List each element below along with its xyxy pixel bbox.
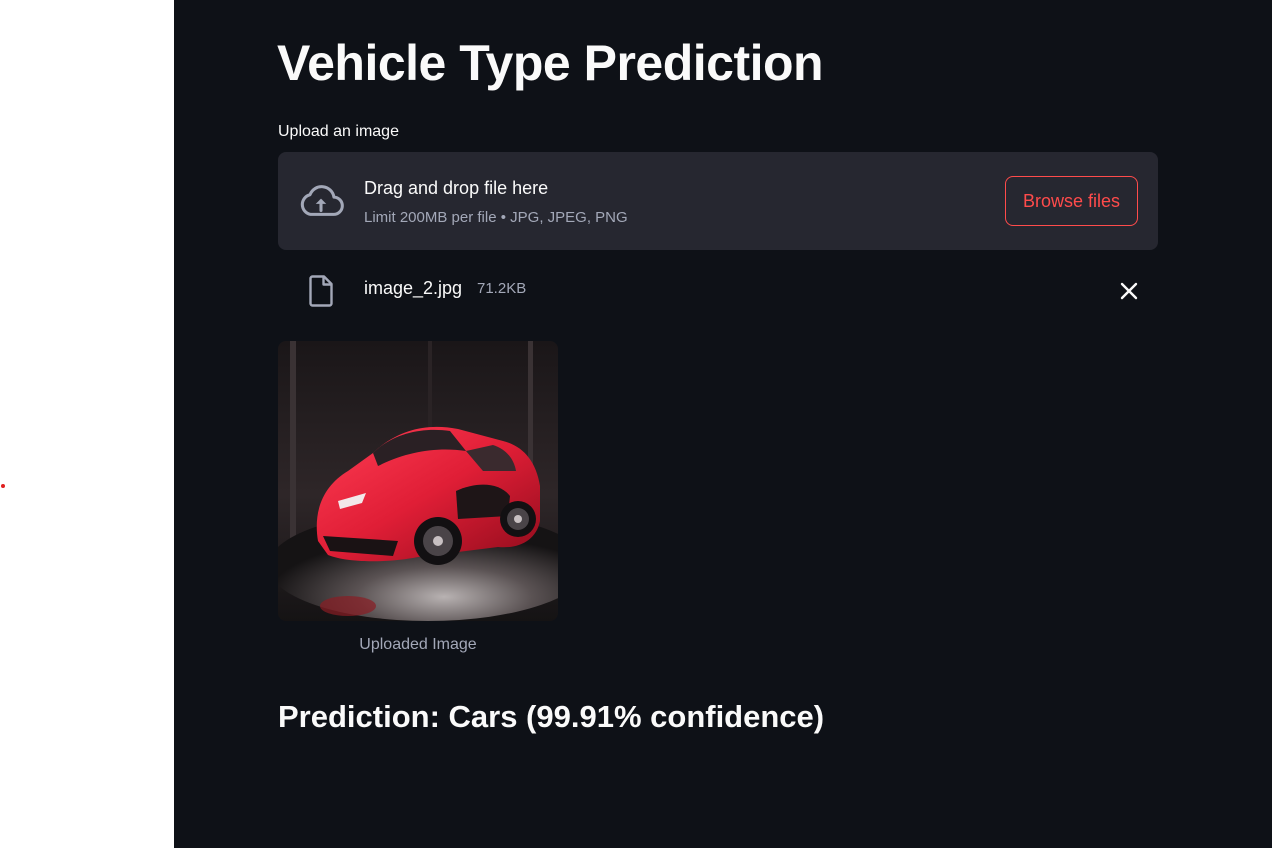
car-photo-illustration: [278, 341, 558, 621]
red-dot: [1, 484, 5, 488]
file-icon: [309, 275, 333, 307]
upload-label: Upload an image: [278, 123, 399, 140]
uploaded-file-row: image_2.jpg 71.2KB: [278, 266, 1158, 314]
main-content: Vehicle Type Prediction Upload an image …: [174, 0, 1272, 848]
dropzone-title: Drag and drop file here: [364, 178, 549, 198]
close-icon[interactable]: [1116, 278, 1142, 304]
page-title: Vehicle Type Prediction: [277, 35, 824, 91]
cloud-upload-icon: [300, 185, 344, 216]
browse-files-button[interactable]: Browse files: [1005, 176, 1138, 226]
file-name: image_2.jpg: [364, 278, 463, 298]
file-size: 71.2KB: [477, 280, 527, 297]
image-caption: Uploaded Image: [359, 636, 477, 653]
uploaded-car-image: [278, 341, 558, 621]
prediction-result: Prediction: Cars (99.91% confidence): [278, 699, 825, 734]
file-dropzone[interactable]: Drag and drop file here Limit 200MB per …: [278, 152, 1158, 250]
left-blank-panel: [0, 0, 174, 848]
dropzone-limit-text: Limit 200MB per file • JPG, JPEG, PNG: [364, 209, 628, 226]
